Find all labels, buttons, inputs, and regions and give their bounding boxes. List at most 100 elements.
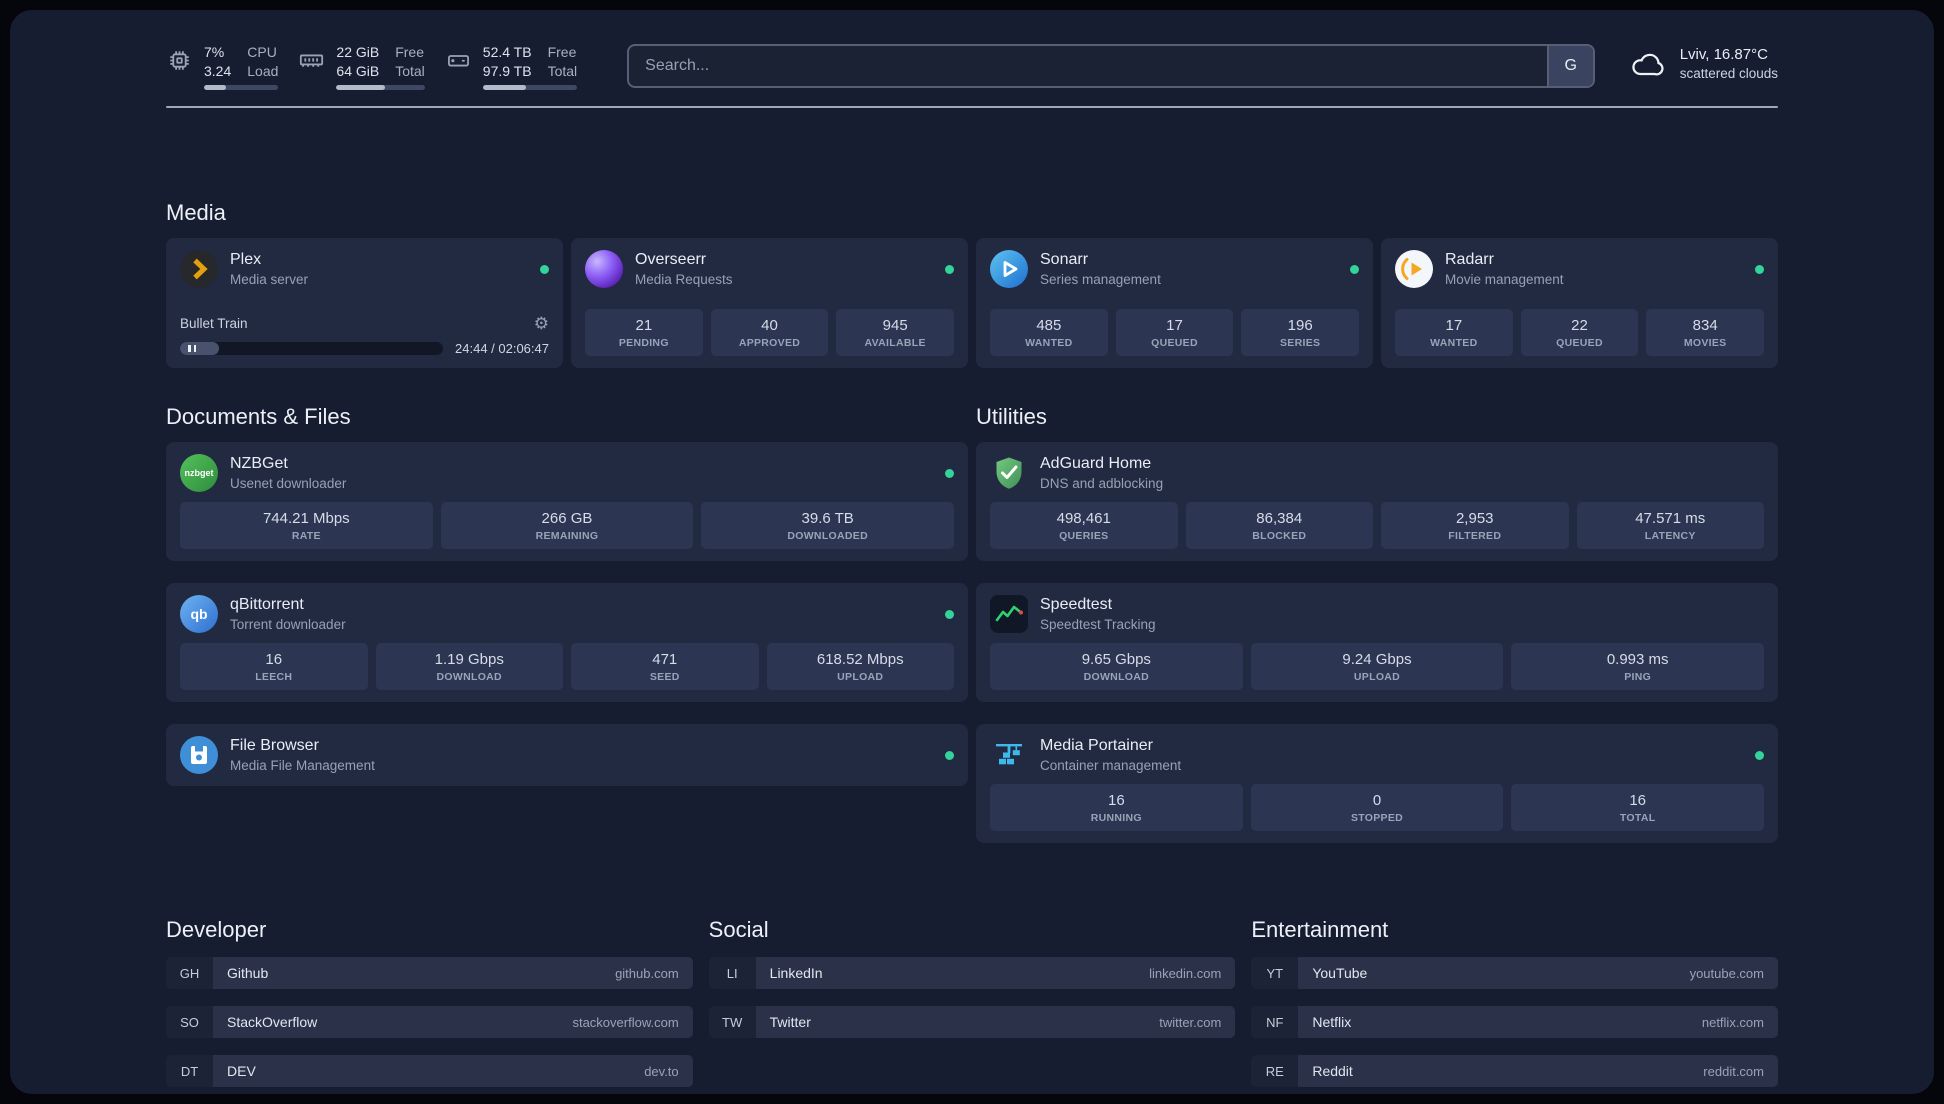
stat-label: DOWNLOADED <box>787 530 868 543</box>
disk-total-value: 97.9 TB <box>482 63 532 80</box>
stat-box: 2,953 FILTERED <box>1381 502 1569 550</box>
stat-box: 0 STOPPED <box>1250 784 1504 832</box>
disk-icon <box>445 47 472 74</box>
status-dot <box>945 609 954 619</box>
stat-value: 39.6 TB <box>801 510 854 528</box>
service-card-plex[interactable]: Plex Media server Bullet Train ⚙ 24:44 /… <box>166 238 563 369</box>
section-title-media: Media <box>166 200 226 226</box>
stat-box: 21 PENDING <box>585 309 703 357</box>
bookmark-domain: netflix.com <box>1701 1014 1764 1030</box>
service-card-filebrowser[interactable]: File Browser Media File Management <box>166 724 968 787</box>
stat-value: 9.24 Gbps <box>1342 651 1412 669</box>
service-name: Speedtest <box>1040 596 1113 614</box>
stat-label: PENDING <box>618 337 669 350</box>
stat-value: 2,953 <box>1455 510 1494 528</box>
memory-free-value: 22 GiB <box>336 44 380 60</box>
filebrowser-icon <box>180 736 218 775</box>
weather-condition: scattered clouds <box>1679 66 1778 81</box>
service-description: Usenet downloader <box>230 476 347 492</box>
stat-box: 744.21 Mbps RATE <box>180 502 433 550</box>
section-title-utilities: Utilities <box>976 404 1047 430</box>
stat-value: 0 <box>1372 792 1382 810</box>
section-utilities: Utilities AdGuard Home DNS and adblockin… <box>976 404 1778 844</box>
memory-total-label: Total <box>395 63 425 80</box>
pause-icon[interactable] <box>188 345 196 353</box>
qbittorrent-icon-label: qb <box>190 606 208 623</box>
bookmark-linkedin[interactable]: LI LinkedIn linkedin.com <box>708 957 1236 990</box>
stat-box: 266 GB REMAINING <box>440 502 694 550</box>
service-description: Series management <box>1040 272 1161 288</box>
bookmark-group-entertainment: Entertainment YT YouTube youtube.com NF … <box>1251 917 1778 1088</box>
service-card-adguard[interactable]: AdGuard Home DNS and adblocking 498,461 … <box>976 442 1778 562</box>
stat-label: DOWNLOAD <box>1083 671 1150 684</box>
stat-box: 16 LEECH <box>180 643 368 691</box>
bookmark-reddit[interactable]: RE Reddit reddit.com <box>1251 1055 1778 1088</box>
bookmark-name: Netflix <box>1312 1014 1352 1031</box>
stat-value: 16 <box>1107 792 1125 810</box>
service-card-sonarr[interactable]: Sonarr Series management 485 WANTED 17 Q… <box>976 238 1373 369</box>
service-description: Media Requests <box>635 272 733 288</box>
bookmark-twitter[interactable]: TW Twitter twitter.com <box>708 1006 1236 1039</box>
disk-usage-bar <box>482 85 578 91</box>
service-card-overseerr[interactable]: Overseerr Media Requests 21 PENDING 40 A… <box>571 238 968 369</box>
stat-box: 16 TOTAL <box>1511 784 1764 832</box>
status-dot <box>945 468 954 478</box>
stat-value: 196 <box>1287 317 1313 335</box>
weather-location: Lviv, 16.87°C <box>1679 46 1768 63</box>
seek-bar-fill <box>180 342 220 356</box>
stat-value: 17 <box>1445 317 1463 335</box>
stat-label: RATE <box>291 530 321 543</box>
stat-label: LEECH <box>255 671 293 684</box>
seek-bar[interactable] <box>180 342 444 356</box>
bookmark-netflix[interactable]: NF Netflix netflix.com <box>1251 1006 1778 1039</box>
memory-free-label: Free <box>395 44 425 60</box>
bookmark-domain: dev.to <box>644 1063 679 1079</box>
bookmark-stackoverflow[interactable]: SO StackOverflow stackoverflow.com <box>166 1006 693 1039</box>
stat-label: SEED <box>649 671 680 684</box>
bookmark-abbr: NF <box>1251 1006 1299 1039</box>
service-card-speedtest[interactable]: Speedtest Speedtest Tracking 9.65 Gbps D… <box>976 583 1778 703</box>
bookmark-dev[interactable]: DT DEV dev.to <box>166 1055 693 1088</box>
disk-free-value: 52.4 TB <box>482 44 532 60</box>
bookmark-abbr: DT <box>166 1055 213 1088</box>
memory-icon <box>298 47 325 74</box>
search-input[interactable] <box>627 44 1595 88</box>
stat-label: QUEUED <box>1151 337 1198 350</box>
service-card-nzbget[interactable]: nzbget NZBGet Usenet downloader 744.21 M… <box>166 442 968 562</box>
service-name: Overseerr <box>635 251 707 269</box>
stat-value: 266 GB <box>541 510 593 528</box>
speedtest-icon <box>990 595 1028 634</box>
bookmark-github[interactable]: GH Github github.com <box>166 957 693 990</box>
service-description: Container management <box>1040 758 1182 774</box>
bookmark-name: YouTube <box>1312 965 1368 982</box>
service-name: NZBGet <box>230 455 288 473</box>
stat-box: 22 QUEUED <box>1520 309 1639 357</box>
stat-label: QUERIES <box>1059 530 1109 543</box>
section-title-documents: Documents & Files <box>166 404 351 430</box>
service-card-radarr[interactable]: Radarr Movie management 17 WANTED 22 QUE… <box>1381 238 1778 369</box>
stat-label: WANTED <box>1025 337 1073 350</box>
bookmark-name: Twitter <box>769 1014 811 1031</box>
stat-box: 498,461 QUERIES <box>990 502 1178 550</box>
nzbget-icon: nzbget <box>180 454 218 493</box>
memory-total-value: 64 GiB <box>336 63 380 80</box>
service-card-portainer[interactable]: Media Portainer Container management 16 … <box>976 724 1778 844</box>
bookmark-abbr: RE <box>1251 1055 1299 1088</box>
search-provider-button[interactable]: G <box>1546 46 1593 86</box>
memory-usage-bar <box>336 85 425 91</box>
service-description: Media File Management <box>230 758 375 774</box>
stat-box: 9.65 Gbps DOWNLOAD <box>990 643 1243 691</box>
gear-icon[interactable]: ⚙ <box>534 315 549 332</box>
stat-value: 471 <box>652 651 678 669</box>
service-name: File Browser <box>230 737 319 755</box>
stat-label: LATENCY <box>1644 530 1696 543</box>
bookmark-domain: youtube.com <box>1689 965 1764 981</box>
bookmark-youtube[interactable]: YT YouTube youtube.com <box>1251 957 1778 990</box>
stat-value: 9.65 Gbps <box>1081 651 1151 669</box>
topbar-divider <box>166 106 1778 109</box>
section-title-social: Social <box>708 917 769 943</box>
bookmark-group-developer: Developer GH Github github.com SO StackO… <box>166 917 693 1088</box>
service-card-qbittorrent[interactable]: qb qBittorrent Torrent downloader 16 LEE… <box>166 583 968 703</box>
stat-value: 16 <box>1629 792 1646 810</box>
stat-label: APPROVED <box>738 337 801 350</box>
